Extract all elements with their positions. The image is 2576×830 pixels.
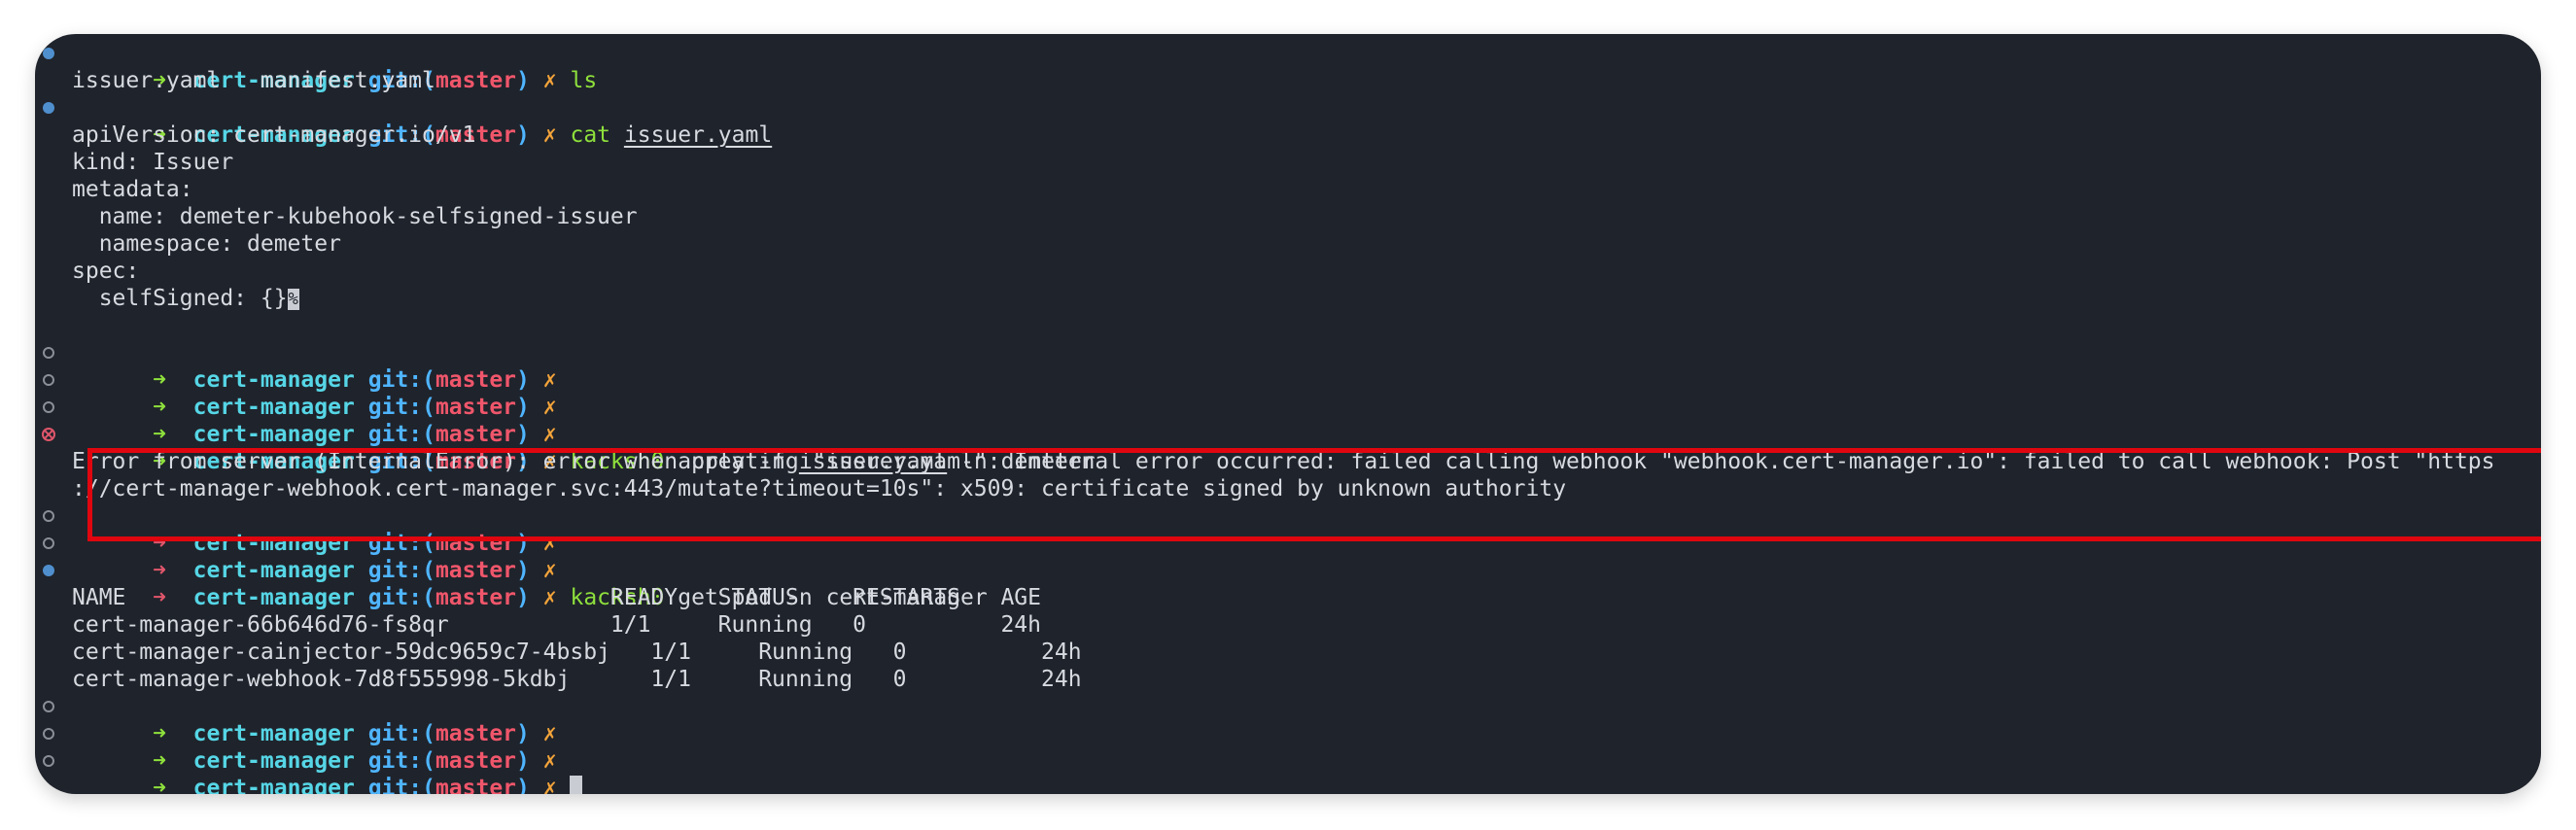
prompt-line: ➜ cert-manager git:(master) ✗ bbox=[35, 720, 2541, 774]
mark-idle-icon bbox=[43, 537, 54, 549]
table-header: NAME READY STATUS RESTARTS AGE bbox=[35, 584, 2541, 611]
error-message: Error from server (InternalError): error… bbox=[72, 449, 2495, 474]
prompt-git-label: git:( bbox=[367, 776, 435, 794]
prompt-branch: master bbox=[435, 776, 517, 794]
table-row-text: cert-manager-cainjector-59dc9659c7-4bsbj… bbox=[72, 640, 1082, 665]
eol-marker: % bbox=[287, 289, 299, 310]
prompt-line: ➜ cert-manager git:(master) ✗ bbox=[35, 366, 2541, 420]
error-message: ://cert-manager-webhook.cert-manager.svc… bbox=[72, 476, 1567, 501]
table-row: cert-manager-cainjector-59dc9659c7-4bsbj… bbox=[35, 639, 2541, 666]
terminal-output: ➜ cert-manager git:(master) ✗ ls issuer.… bbox=[35, 40, 2541, 794]
terminal-cursor[interactable] bbox=[570, 776, 583, 794]
prompt-arrow-icon: ➜ bbox=[153, 776, 166, 794]
ls-output: issuer.yaml manifest.yaml bbox=[72, 68, 435, 93]
prompt-git-close: ) bbox=[516, 776, 530, 794]
yaml-line: name: demeter-kubehook-selfsigned-issuer bbox=[72, 204, 638, 229]
output-line: spec: bbox=[35, 258, 2541, 285]
mark-error-icon bbox=[42, 428, 55, 441]
mark-success-icon bbox=[43, 565, 54, 576]
yaml-line: kind: Issuer bbox=[72, 150, 234, 175]
prompt-line: ➜ cert-manager git:(master) ✗ kacksh0 ap… bbox=[35, 421, 2541, 474]
mark-idle-icon bbox=[43, 701, 54, 712]
prompt-dirty-icon: ✗ bbox=[542, 776, 557, 794]
prompt-line: ➜ cert-manager git:(master) ✗ kacksh0 ge… bbox=[35, 557, 2541, 610]
table-row-text: cert-manager-66b646d76-fs8qr 1/1 Running… bbox=[72, 612, 1041, 638]
mark-idle-icon bbox=[43, 401, 54, 413]
yaml-line: selfSigned: {} bbox=[72, 286, 288, 311]
prompt-directory: cert-manager bbox=[192, 776, 355, 794]
output-line: metadata: bbox=[35, 176, 2541, 203]
prompt-line: ➜ cert-manager git:(master) ✗ cat issuer… bbox=[35, 94, 2541, 148]
prompt-line: ➜ cert-manager git:(master) ✗ bbox=[35, 339, 2541, 393]
mark-idle-icon bbox=[43, 510, 54, 522]
error-line: Error from server (InternalError): error… bbox=[35, 448, 2541, 475]
prompt-line: ➜ cert-manager git:(master) ✗ bbox=[35, 530, 2541, 583]
prompt-line: ➜ cert-manager git:(master) ✗ bbox=[35, 747, 2541, 794]
prompt-line: ➜ cert-manager git:(master) ✗ bbox=[35, 502, 2541, 556]
prompt-line: ➜ cert-manager git:(master) ✗ ls bbox=[35, 40, 2541, 93]
yaml-line: apiVersion: cert-manager.io/v1 bbox=[72, 122, 476, 148]
terminal-window[interactable]: ➜ cert-manager git:(master) ✗ ls issuer.… bbox=[35, 34, 2541, 794]
prompt-line: ➜ cert-manager git:(master) ✗ bbox=[35, 693, 2541, 746]
table-row: cert-manager-webhook-7d8f555998-5kdbj 1/… bbox=[35, 666, 2541, 693]
table-header-text: NAME READY STATUS RESTARTS AGE bbox=[72, 585, 1041, 610]
yaml-line: namespace: demeter bbox=[72, 231, 341, 257]
output-line: namespace: demeter bbox=[35, 230, 2541, 258]
mark-success-icon bbox=[43, 48, 54, 59]
yaml-line: metadata: bbox=[72, 177, 193, 202]
output-line: kind: Issuer bbox=[35, 149, 2541, 176]
table-row-text: cert-manager-webhook-7d8f555998-5kdbj 1/… bbox=[72, 667, 1082, 692]
error-line: ://cert-manager-webhook.cert-manager.svc… bbox=[35, 475, 2541, 502]
output-line: name: demeter-kubehook-selfsigned-issuer bbox=[35, 203, 2541, 230]
output-line: issuer.yaml manifest.yaml bbox=[35, 67, 2541, 94]
mark-idle-icon bbox=[43, 728, 54, 740]
output-line: apiVersion: cert-manager.io/v1 bbox=[35, 121, 2541, 149]
output-line: selfSigned: {}% bbox=[35, 285, 2541, 312]
yaml-line: spec: bbox=[72, 259, 140, 284]
table-row: cert-manager-66b646d76-fs8qr 1/1 Running… bbox=[35, 611, 2541, 639]
prompt-line: ➜ cert-manager git:(master) ✗ bbox=[35, 394, 2541, 447]
mark-success-icon bbox=[43, 102, 54, 114]
mark-idle-icon bbox=[43, 347, 54, 359]
mark-idle-icon bbox=[43, 374, 54, 386]
mark-idle-icon bbox=[43, 755, 54, 767]
